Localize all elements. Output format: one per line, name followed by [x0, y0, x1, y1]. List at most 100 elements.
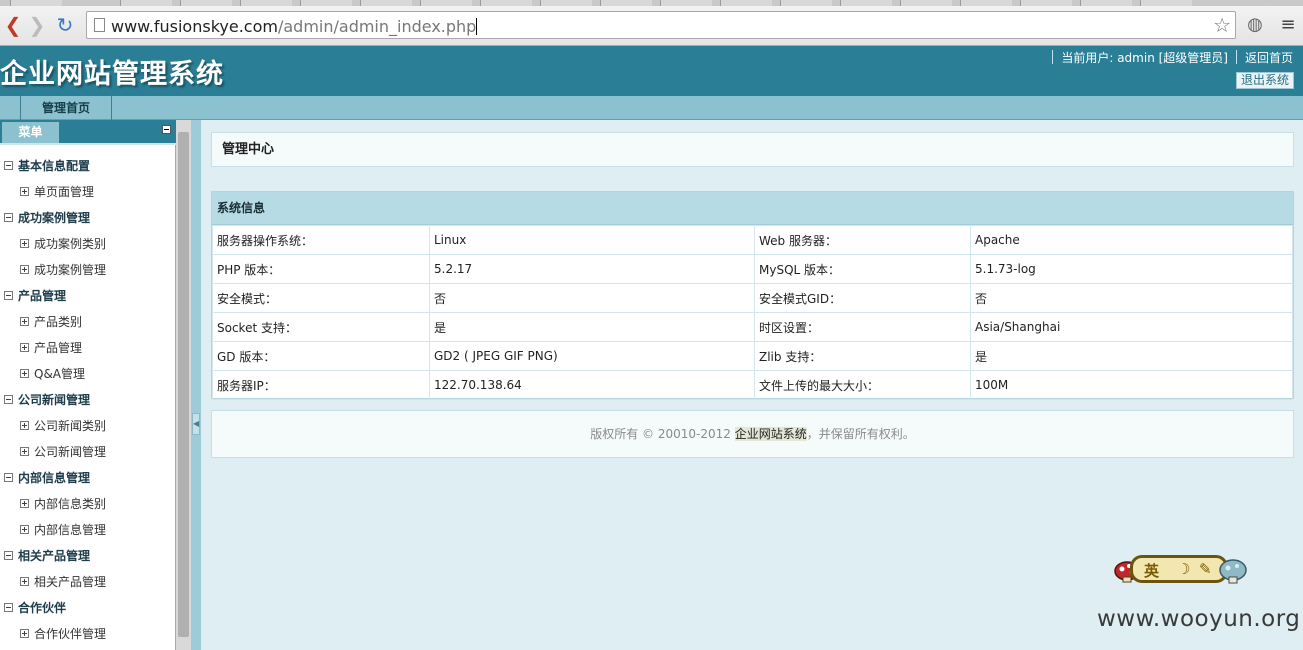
menu-group-label: 产品管理: [18, 289, 67, 303]
info-label: 文件上传的最大大小：: [754, 370, 971, 400]
tree-collapse-icon[interactable]: [4, 473, 13, 482]
info-value: Asia/Shanghai: [970, 312, 1293, 342]
info-label: MySQL 版本：: [754, 254, 971, 284]
copyright-brand: 企业网站系统: [734, 427, 807, 441]
table-row: Socket 支持：是时区设置： Asia/Shanghai: [212, 312, 1293, 342]
ime-toolbar[interactable]: 英 ☽ ✎: [1114, 553, 1248, 589]
info-label: 服务器IP：: [212, 370, 430, 400]
tree-collapse-icon[interactable]: [4, 395, 13, 404]
menu-item-label: 内部信息管理: [34, 523, 107, 537]
tree-expand-icon: [20, 343, 29, 352]
page-icon: [94, 18, 105, 32]
menu-item[interactable]: 产品管理: [0, 335, 170, 361]
url-path: /admin/admin_index.php: [277, 17, 477, 36]
info-value: 是: [970, 341, 1293, 371]
info-value: 122.70.138.64: [429, 370, 755, 400]
menu-item[interactable]: 公司新闻类别: [0, 413, 170, 439]
url-text[interactable]: www.fusionskye.com/admin/admin_index.php: [111, 17, 478, 36]
tree-expand-icon: [20, 369, 29, 378]
menu-item[interactable]: 相关产品管理: [0, 569, 170, 595]
menu-group[interactable]: 相关产品管理: [0, 543, 170, 569]
ime-mode[interactable]: 英: [1144, 560, 1159, 581]
tree-expand-icon: [20, 187, 29, 196]
home-link[interactable]: 返回首页: [1245, 51, 1293, 65]
divider: [1052, 50, 1054, 64]
menu-item[interactable]: 成功案例类别: [0, 231, 170, 257]
info-value: 5.2.17: [429, 254, 755, 284]
wrench-icon[interactable]: ✎: [1199, 560, 1212, 578]
collapse-left-icon[interactable]: ◀: [192, 413, 200, 435]
tree-collapse-icon[interactable]: [4, 213, 13, 222]
menu-item-label: 产品管理: [34, 341, 83, 355]
info-value: 100M: [970, 370, 1293, 400]
sidebar-scrollbar[interactable]: [176, 120, 191, 650]
info-value: 否: [970, 283, 1293, 313]
tree-collapse-icon[interactable]: [4, 551, 13, 560]
scrollbar-thumb[interactable]: [178, 132, 189, 637]
sidebar: 菜单 基本信息配置 单页面管理 成功案例管理 成功案例类别 成功案例管理 产品管…: [0, 120, 176, 650]
menu-item[interactable]: 成功案例管理: [0, 257, 170, 283]
reload-icon[interactable]: ↻: [54, 14, 76, 36]
menu-item[interactable]: 单页面管理: [0, 179, 170, 205]
sidebar-header: 菜单: [0, 120, 176, 145]
copyright-footer: 版权所有 © 20010-2012 企业网站系统，并保留所有权利。: [211, 410, 1294, 458]
menu-group[interactable]: 公司新闻管理: [0, 387, 170, 413]
table-row: PHP 版本： 5.2.17 MySQL 版本： 5.1.73-log: [212, 254, 1293, 284]
divider: [1235, 50, 1237, 64]
menu-group[interactable]: 基本信息配置: [0, 153, 170, 179]
app-header: 企业网站管理系统 当前用户: admin [超级管理员] 返回首页 退出系统: [0, 46, 1303, 96]
table-row: GD 版本： GD2 ( JPEG GIF PNG) Zlib 支持：是: [212, 341, 1293, 371]
tree-expand-icon: [20, 629, 29, 638]
menu-item[interactable]: 合作伙伴管理: [0, 621, 170, 647]
logout-button[interactable]: 退出系统: [1235, 72, 1294, 89]
extension-globe-icon[interactable]: ◍: [1244, 14, 1266, 36]
menu-group[interactable]: 内部信息管理: [0, 465, 170, 491]
tree-expand-icon: [20, 447, 29, 456]
tab-admin-home[interactable]: 管理首页: [20, 96, 112, 120]
menu-group[interactable]: 产品管理: [0, 283, 170, 309]
sidebar-tab-menu[interactable]: 菜单: [2, 122, 59, 143]
menu-item[interactable]: 内部信息管理: [0, 517, 170, 543]
bookmark-star-icon[interactable]: ☆: [1213, 13, 1231, 37]
menu-item-label: Q&A管理: [34, 367, 86, 381]
info-value: Linux: [429, 225, 755, 255]
tree-collapse-icon[interactable]: [4, 603, 13, 612]
info-label: 安全模式GID：: [754, 283, 971, 313]
copyright-prefix: 版权所有 © 20010-2012: [590, 427, 735, 441]
copyright-suffix: ，并保留所有权利。: [806, 427, 915, 441]
main-nav: 管理首页: [0, 96, 1303, 120]
system-info-table: 服务器操作系统： Linux Web 服务器： Apache PHP 版本： 5.2.17…: [212, 225, 1293, 400]
collapse-icon[interactable]: [162, 125, 171, 134]
info-label: 服务器操作系统：: [212, 225, 430, 255]
moon-icon[interactable]: ☽: [1177, 560, 1190, 578]
system-info-title: 系统信息: [212, 192, 1293, 225]
menu-group-label: 相关产品管理: [18, 549, 91, 563]
back-arrow-icon[interactable]: ❮: [2, 14, 24, 36]
address-bar[interactable]: www.fusionskye.com/admin/admin_index.php…: [86, 11, 1236, 39]
ime-bar[interactable]: 英 ☽ ✎: [1130, 555, 1228, 583]
menu-item[interactable]: 公司新闻管理: [0, 439, 170, 465]
menu-group[interactable]: 成功案例管理: [0, 205, 170, 231]
info-label: Web 服务器：: [754, 225, 971, 255]
table-row: 服务器IP： 122.70.138.64 文件上传的最大大小： 100M: [212, 370, 1293, 400]
current-user-label: 当前用户: admin [超级管理员]: [1061, 51, 1228, 65]
menu-item-label: 相关产品管理: [34, 575, 107, 589]
tree-collapse-icon[interactable]: [4, 291, 13, 300]
url-host: www.fusionskye.com: [111, 17, 278, 36]
menu-item-label: 产品类别: [34, 315, 83, 329]
tree-expand-icon: [20, 239, 29, 248]
menu-item[interactable]: 内部信息类别: [0, 491, 170, 517]
sidebar-splitter[interactable]: ◀: [191, 120, 201, 650]
info-value: GD2 ( JPEG GIF PNG): [429, 341, 755, 371]
menu-item[interactable]: Q&A管理: [0, 361, 170, 387]
menu-item-label: 成功案例类别: [34, 237, 107, 251]
tree-collapse-icon[interactable]: [4, 161, 13, 170]
menu-item[interactable]: 产品类别: [0, 309, 170, 335]
tree-expand-icon: [20, 577, 29, 586]
info-label: 安全模式：: [212, 283, 430, 313]
forward-arrow-icon[interactable]: ❯: [26, 14, 48, 36]
menu-icon[interactable]: ≡: [1277, 14, 1299, 36]
menu-group[interactable]: 合作伙伴: [0, 595, 170, 621]
sidebar-menu: 基本信息配置 单页面管理 成功案例管理 成功案例类别 成功案例管理 产品管理 产…: [0, 153, 170, 647]
menu-group-label: 公司新闻管理: [18, 393, 91, 407]
